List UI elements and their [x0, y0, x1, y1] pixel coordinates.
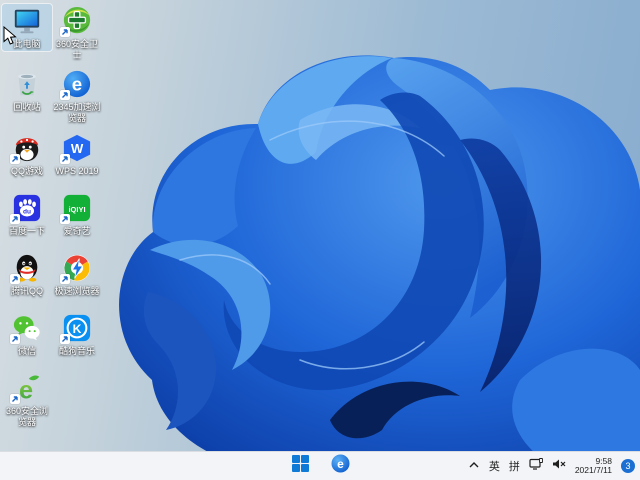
svg-text:du: du [23, 209, 31, 216]
icon-label: 微信 [17, 346, 36, 356]
network-monitor-icon[interactable] [529, 457, 543, 475]
shortcut-arrow-icon [60, 27, 70, 37]
desktop-icon-tencent-qq[interactable]: 腾讯QQ [2, 251, 52, 298]
system-tray: 英 拼 9:58 2021/7/11 3 [468, 452, 635, 480]
mouse-cursor [3, 26, 17, 45]
icon-label: 此电脑 [13, 39, 41, 49]
hidden-icons-chevron[interactable] [468, 457, 480, 475]
notification-badge[interactable]: 3 [621, 459, 635, 473]
icon-label: 回收站 [13, 102, 41, 112]
desktop-icon-iqiyi[interactable]: iQIYI 爱奇艺 [52, 191, 102, 238]
taskbar-center-buttons: e [287, 452, 353, 480]
browser-taskbar-button[interactable]: e [327, 454, 353, 478]
start-button[interactable] [287, 454, 313, 478]
recycle-bin-icon [12, 69, 42, 99]
shortcut-arrow-icon [60, 274, 70, 284]
desktop-icon-qq-games[interactable]: QQ游戏 [2, 131, 52, 178]
shortcut-arrow-icon [60, 154, 70, 164]
taskbar-clock[interactable]: 9:58 2021/7/11 [574, 456, 612, 476]
desktop-icon-speed-browser[interactable]: 极速浏览器 [52, 251, 102, 298]
desktop-icon-2345-browser[interactable]: e 2345加速浏览器 [52, 67, 102, 125]
svg-text:W: W [71, 141, 84, 156]
desktop-icon-wechat[interactable]: 微信 [2, 311, 52, 358]
volume-muted-icon[interactable] [552, 457, 566, 475]
svg-text:iQIYI: iQIYI [68, 205, 85, 214]
shortcut-arrow-icon [10, 214, 20, 224]
taskbar: e 英 拼 9:58 2021/7/11 3 [0, 451, 640, 480]
shortcut-arrow-icon [10, 394, 20, 404]
shortcut-arrow-icon [60, 214, 70, 224]
shortcut-arrow-icon [10, 154, 20, 164]
desktop-icon-kugou-music[interactable]: K 酷狗音乐 [52, 311, 102, 358]
svg-text:e: e [19, 376, 33, 403]
clock-date: 2021/7/11 [574, 465, 612, 475]
ime-pinyin-indicator[interactable]: 拼 [509, 458, 520, 474]
svg-text:e: e [337, 457, 344, 471]
browser-e-icon: e [331, 454, 350, 478]
ime-english-indicator[interactable]: 英 [489, 458, 500, 474]
shortcut-arrow-icon [10, 274, 20, 284]
shortcut-arrow-icon [60, 334, 70, 344]
desktop-icon-360-safety-guard[interactable]: 360安全卫士 [52, 4, 102, 62]
svg-text:e: e [72, 74, 82, 95]
shortcut-arrow-icon [60, 90, 70, 100]
shortcut-arrow-icon [10, 334, 20, 344]
svg-text:K: K [73, 322, 82, 336]
desktop-icon-wps-2019[interactable]: W WPS 2019 [52, 131, 102, 178]
windows-logo-icon [291, 455, 309, 477]
desktop: 此电脑 360安全卫士 回收站 e 2345加速浏览器 QQ游戏 W WPS 2… [0, 0, 640, 480]
desktop-icon-recycle-bin[interactable]: 回收站 [2, 67, 52, 114]
desktop-icon-360-browser[interactable]: e 360安全浏览器 [2, 371, 52, 429]
desktop-icon-baidu-search[interactable]: du 百度一下 [2, 191, 52, 238]
